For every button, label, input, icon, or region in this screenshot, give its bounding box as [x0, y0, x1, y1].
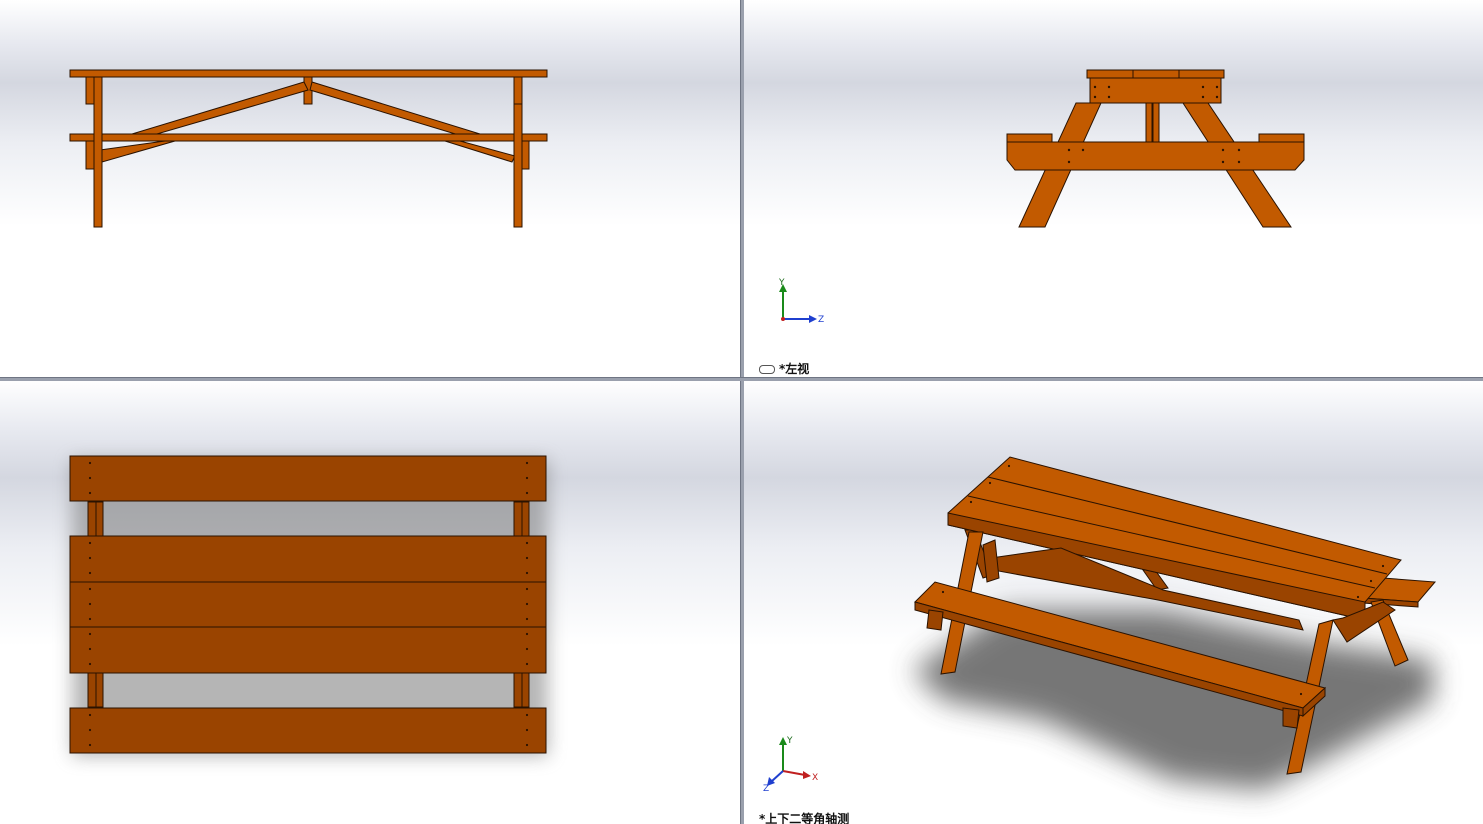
table-dimetric-view	[913, 456, 1437, 790]
tabletop-board-2	[69, 581, 547, 628]
viewport-top[interactable]	[0, 380, 740, 824]
table-front-view	[69, 69, 548, 228]
leg-left	[93, 76, 103, 228]
viewport-front[interactable]	[0, 0, 740, 377]
bench-seat-left	[1006, 133, 1053, 143]
leg-top-right-a	[513, 501, 523, 537]
brace-left	[131, 81, 309, 137]
leg-left-back	[85, 140, 95, 170]
table-left-view	[1006, 69, 1305, 228]
triad-z-label: Z	[818, 315, 824, 325]
tabletop-board-1	[69, 535, 547, 583]
bench-board-far	[69, 455, 547, 502]
viewport-splitter-horizontal[interactable]	[0, 377, 1483, 381]
leg-right	[513, 103, 523, 228]
center-post-left	[1145, 102, 1153, 144]
bench-edge	[69, 133, 548, 142]
top-support-left	[85, 76, 95, 105]
leg-top-right-b	[521, 501, 530, 537]
leg-bottom-left-b	[95, 672, 104, 708]
top-cleat	[1089, 77, 1222, 104]
leg-top-left-a	[87, 501, 97, 537]
view-label-text: 左视	[785, 362, 810, 376]
view-label-text-iso: 上下二等角轴测	[765, 812, 850, 824]
brace-right	[309, 81, 481, 137]
triad-y-label-iso: Y	[786, 736, 793, 746]
leg-bottom-right-a	[513, 672, 523, 708]
coordinate-triad: Y Z	[778, 278, 824, 325]
coordinate-triad-iso: Y X Z	[763, 736, 818, 791]
lower-brace-left	[99, 140, 176, 163]
tabletop-board-3	[69, 626, 547, 674]
tabletop-edge	[69, 69, 548, 78]
top-support-right	[513, 76, 523, 105]
viewport-splitter-vertical[interactable]	[740, 0, 744, 824]
link-view-icon[interactable]	[759, 365, 775, 374]
leg-top-left-b	[95, 501, 104, 537]
bench-seat-right	[1258, 133, 1305, 143]
bench-board-near	[69, 707, 547, 754]
leg-bottom-right-b	[521, 672, 530, 708]
triad-x-label-iso: X	[812, 773, 818, 783]
leg-bottom-left-a	[87, 672, 97, 708]
viewport-left[interactable]: Y Z *左视	[743, 0, 1483, 377]
tabletop	[1086, 69, 1225, 79]
triad-y-label: Y	[778, 278, 785, 288]
viewport-dimetric[interactable]: Y X Z *上下二等角轴测	[743, 380, 1483, 824]
view-label-left: *左视	[759, 360, 809, 377]
bench-support	[1006, 141, 1305, 171]
table-top-view	[69, 455, 548, 756]
lower-brace-right	[444, 140, 516, 163]
view-label-dimetric: *上下二等角轴测	[759, 810, 849, 824]
center-post-right	[1152, 102, 1160, 144]
triad-z-label-iso: Z	[763, 784, 769, 791]
leg-right-back	[521, 140, 530, 170]
